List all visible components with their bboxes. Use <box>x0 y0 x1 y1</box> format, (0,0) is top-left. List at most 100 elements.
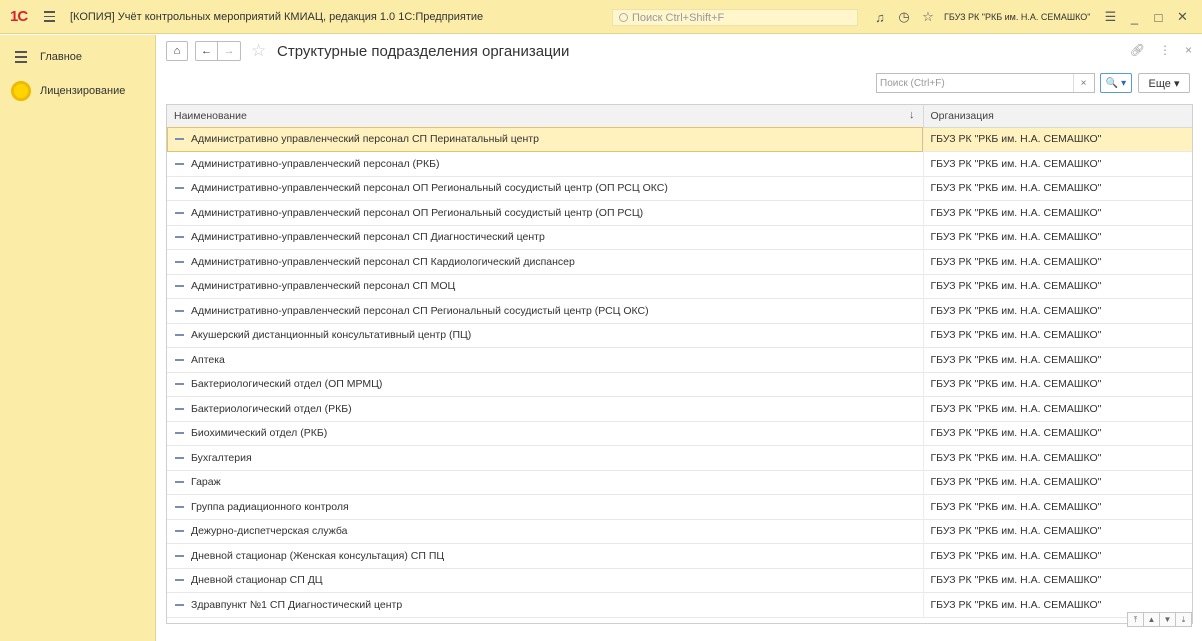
item-icon <box>175 456 184 459</box>
main-menu-icon[interactable] <box>44 11 62 22</box>
cell-organization: ГБУЗ РК "РКБ им. Н.А. СЕМАШКО" <box>923 225 1192 250</box>
cell-text: Гараж <box>191 476 221 489</box>
cell-organization: ГБУЗ РК "РКБ им. Н.А. СЕМАШКО" <box>923 421 1192 446</box>
scroll-up-icon[interactable]: ▲ <box>1143 612 1160 627</box>
cell-name: Административно-управленческий персонал … <box>167 176 924 201</box>
cell-text: Бухгалтерия <box>191 451 252 464</box>
settings-menu-icon[interactable]: ☰ <box>1098 5 1122 29</box>
navigation-buttons: ← → <box>195 41 241 61</box>
close-form-icon[interactable]: × <box>1185 43 1192 57</box>
cell-text: Административно-управленческий персонал … <box>191 157 440 170</box>
table-row[interactable]: Административно-управленческий персонал … <box>167 176 1192 201</box>
units-table: Наименование ↓ Организация Административн… <box>166 104 1193 624</box>
search-input[interactable] <box>877 74 1073 92</box>
item-icon <box>175 579 184 582</box>
cell-name: Административно-управленческий персонал … <box>167 225 924 250</box>
1c-logo: 1С <box>10 8 36 25</box>
cell-organization: ГБУЗ РК "РКБ им. Н.А. СЕМАШКО" <box>923 151 1192 176</box>
search-icon <box>619 13 628 22</box>
cell-organization: ГБУЗ РК "РКБ им. Н.А. СЕМАШКО" <box>923 372 1192 397</box>
maximize-icon[interactable]: □ <box>1146 5 1170 29</box>
table-row[interactable]: Дежурно-диспетчерская служба ГБУЗ РК "РКБ… <box>167 519 1192 544</box>
cell-text: Административно-управленческий персонал … <box>191 304 649 317</box>
item-icon <box>175 285 184 288</box>
table-row[interactable]: Бухгалтерия ГБУЗ РК "РКБ им. Н.А. СЕМАШКО… <box>167 445 1192 470</box>
table-row[interactable]: Аптека ГБУЗ РК "РКБ им. Н.А. СЕМАШКО" <box>167 347 1192 372</box>
cell-name: Административно управленческий персонал … <box>167 127 924 152</box>
close-window-icon[interactable]: ✕ <box>1170 5 1194 29</box>
home-button[interactable]: ⌂ <box>166 41 188 61</box>
table-row[interactable]: Административно-управленческий персонал … <box>167 225 1192 250</box>
forward-button[interactable]: → <box>218 41 241 61</box>
table-row[interactable]: Биохимический отдел (РКБ) ГБУЗ РК "РКБ им… <box>167 421 1192 446</box>
cell-name: Здравпункт №1 СП Диагностический центр <box>167 592 924 617</box>
sidebar-item-licensing[interactable]: Лицензирование <box>0 75 155 107</box>
table-row[interactable]: Административно управленческий персонал … <box>167 127 1192 152</box>
column-header-name[interactable]: Наименование ↓ <box>167 105 924 128</box>
scroll-bottom-icon[interactable]: ⤓ <box>1175 612 1192 627</box>
cell-text: Акушерский дистанционный консультативный… <box>191 329 472 342</box>
table-row[interactable]: Бактериологический отдел (ОП МРМЦ) ГБУЗ Р… <box>167 372 1192 397</box>
back-button[interactable]: ← <box>195 41 218 61</box>
item-icon <box>175 260 184 263</box>
cell-name: Административно-управленческий персонал … <box>167 200 924 225</box>
scroll-top-icon[interactable]: ⤒ <box>1127 612 1144 627</box>
table-row[interactable]: Административно-управленческий персонал … <box>167 151 1192 176</box>
item-icon <box>175 383 184 386</box>
item-icon <box>175 138 184 141</box>
cell-text: Административно-управленческий персонал … <box>191 280 456 293</box>
table-row[interactable]: Административно-управленческий персонал … <box>167 274 1192 299</box>
table-row[interactable]: Гараж ГБУЗ РК "РКБ им. Н.А. СЕМАШКО" <box>167 470 1192 495</box>
cell-name: Гараж <box>167 470 924 495</box>
cell-name: Группа радиационного контроля <box>167 494 924 519</box>
more-button[interactable]: Еще ▾ <box>1138 73 1190 93</box>
table-row[interactable]: Бактериологический отдел (РКБ) ГБУЗ РК "Р… <box>167 396 1192 421</box>
cell-organization: ГБУЗ РК "РКБ им. Н.А. СЕМАШКО" <box>923 543 1192 568</box>
table-row[interactable]: Административно-управленческий персонал … <box>167 298 1192 323</box>
table-row[interactable]: Группа радиационного контроля ГБУЗ РК "РК… <box>167 494 1192 519</box>
scroll-down-icon[interactable]: ▼ <box>1159 612 1176 627</box>
search-button[interactable]: 🔍 ▾ <box>1100 73 1132 93</box>
cell-name: Дневной стационар СП ДЦ <box>167 568 924 593</box>
hamburger-icon <box>10 51 32 63</box>
table-row[interactable]: Дневной стационар СП ДЦ ГБУЗ РК "РКБ им. … <box>167 568 1192 593</box>
clear-search-icon[interactable]: × <box>1073 74 1093 92</box>
item-icon <box>175 554 184 557</box>
table-row[interactable]: Здравпункт №1 СП Диагностический центр ГБ… <box>167 592 1192 617</box>
current-organization[interactable]: ГБУЗ РК "РКБ им. Н.А. СЕМАШКО" <box>944 12 1090 22</box>
cell-text: Аптека <box>191 353 225 366</box>
minimize-icon[interactable]: _ <box>1122 5 1146 29</box>
table-row[interactable]: Акушерский дистанционный консультативный… <box>167 323 1192 348</box>
cell-organization: ГБУЗ РК "РКБ им. Н.А. СЕМАШКО" <box>923 470 1192 495</box>
item-icon <box>175 187 184 190</box>
link-icon[interactable]: 🔗︎ <box>1130 43 1145 57</box>
home-icon: ⌂ <box>173 45 181 57</box>
cell-text: Административно-управленческий персонал … <box>191 206 644 219</box>
cell-text: Административно-управленческий персонал … <box>191 182 668 195</box>
item-icon <box>175 236 184 239</box>
global-search-input[interactable]: Поиск Ctrl+Shift+F <box>612 9 858 26</box>
more-actions-icon[interactable]: ⋮ <box>1159 43 1171 57</box>
table-header-row: Наименование ↓ Организация <box>167 105 1192 128</box>
table-row[interactable]: Административно-управленческий персонал … <box>167 200 1192 225</box>
sidebar-item-main[interactable]: Главное <box>0 41 155 73</box>
column-header-organization[interactable]: Организация <box>923 105 1192 128</box>
cell-text: Административно-управленческий персонал … <box>191 255 575 268</box>
table-row[interactable]: Административно-управленческий персонал … <box>167 249 1192 274</box>
history-icon[interactable]: ◷ <box>892 5 916 29</box>
item-icon <box>175 432 184 435</box>
cell-organization: ГБУЗ РК "РКБ им. Н.А. СЕМАШКО" <box>923 396 1192 421</box>
cell-name: Административно-управленческий персонал … <box>167 298 924 323</box>
bell-icon[interactable]: ♫ <box>868 5 892 29</box>
favorite-star-icon[interactable]: ☆ <box>251 41 266 61</box>
cell-text: Здравпункт №1 СП Диагностический центр <box>191 598 403 611</box>
cell-name: Дежурно-диспетчерская служба <box>167 519 924 544</box>
cell-text: Бактериологический отдел (ОП МРМЦ) <box>191 378 383 391</box>
cell-organization: ГБУЗ РК "РКБ им. Н.А. СЕМАШКО" <box>923 249 1192 274</box>
cell-text: Группа радиационного контроля <box>191 500 349 513</box>
cell-name: Административно-управленческий персонал … <box>167 249 924 274</box>
favorites-star-icon[interactable]: ☆ <box>916 5 940 29</box>
cell-organization: ГБУЗ РК "РКБ им. Н.А. СЕМАШКО" <box>923 298 1192 323</box>
table-row[interactable]: Дневной стационар (Женская консультация)… <box>167 543 1192 568</box>
sort-down-icon: ↓ <box>909 109 915 121</box>
